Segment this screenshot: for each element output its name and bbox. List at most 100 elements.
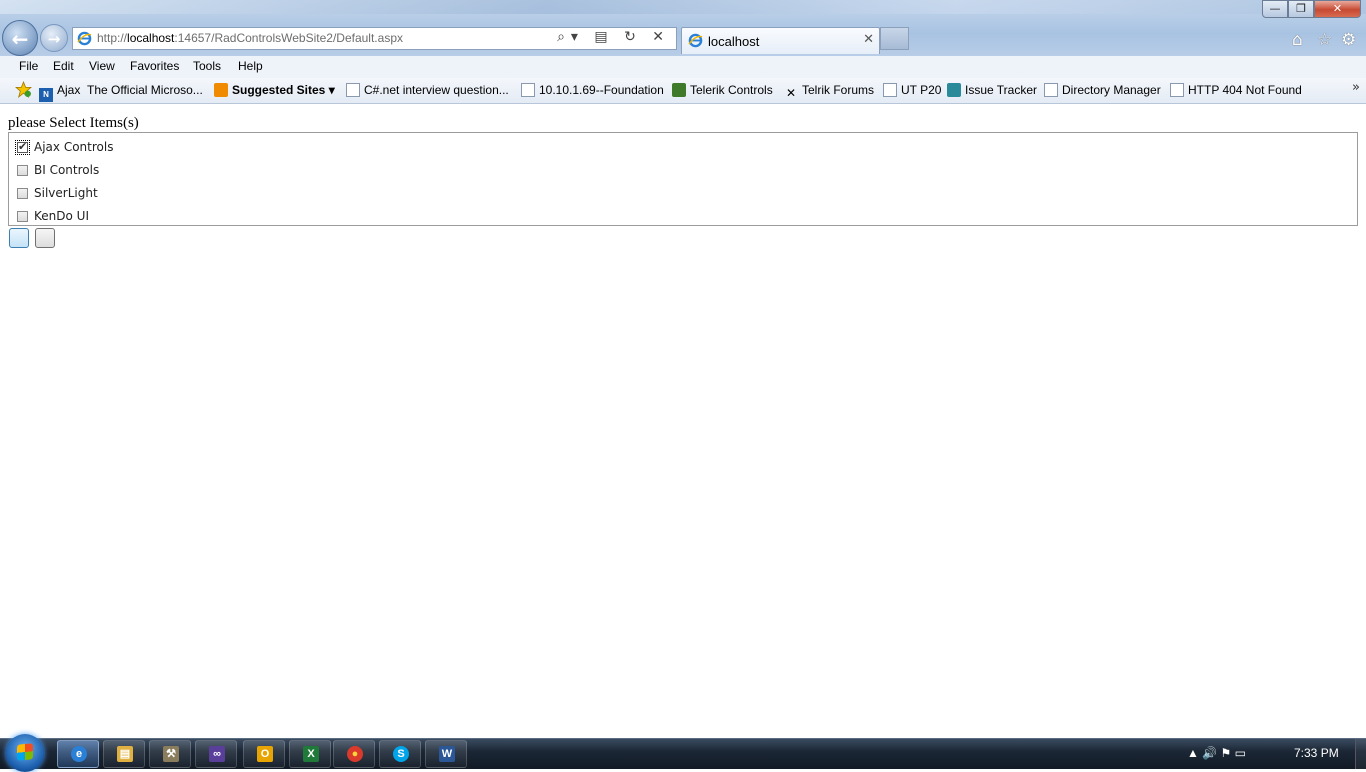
internet-explorer-icon: e [71,746,87,762]
fav-telrik-forums[interactable]: ✕ Telrik Forums [784,83,874,100]
checkbox-silverlight[interactable] [17,188,28,199]
telerik-forums-icon: ✕ [785,86,797,100]
fav-directory-manager[interactable]: Directory Manager [1044,83,1161,97]
excel-icon: X [303,746,319,762]
menu-bar: File Edit View Favorites Tools Help [0,56,1366,79]
favorites-star-icon[interactable] [14,80,33,101]
page-content: please Select Items(s) Ajax Controls BI … [0,104,1366,738]
ie-page-icon [883,83,897,97]
item-label: KenDo UI [34,209,89,223]
fav-issue-tracker[interactable]: Issue Tracker [947,83,1037,97]
menu-file[interactable]: File [19,59,38,73]
fav-suggested-sites-label: Suggested Sites ▾ [232,83,335,97]
taskbar-app-outlook[interactable]: O [243,740,285,768]
url-prefix: http:// [97,31,128,45]
url-host: localhost [127,31,175,45]
fav-foundation-label: 10.10.1.69--Foundation [539,83,664,97]
word-icon: W [439,746,455,762]
folder-icon: ▤ [117,746,133,762]
taskbar-app-internet-explorer[interactable]: e [57,740,99,768]
tools-gear-icon[interactable]: ⚙ [1341,30,1356,50]
menu-favorites[interactable]: Favorites [130,59,179,73]
fav-ajax-label: Ajax [57,83,81,97]
item-label: SilverLight [34,186,98,200]
fav-official-microsoft-label: The Official Microso... [87,83,203,97]
favorites-star-icon[interactable]: ☆ [1317,30,1332,50]
ie-page-icon [77,31,92,46]
forward-button[interactable]: → [40,24,68,52]
taskbar-app-chrome[interactable]: ● [333,740,375,768]
aspnet-icon: N [39,88,53,102]
ie-page-icon [521,83,535,97]
address-url[interactable]: http://localhost:14657/RadControlsWebSit… [97,31,403,45]
fav-ajax[interactable]: N Ajax [39,83,80,102]
chrome-icon: ● [347,746,363,762]
favorites-more-chevron-icon[interactable]: » [1352,80,1360,95]
ie-tab-icon [688,33,703,48]
system-tray-icons[interactable]: ▲ 🔊 ⚑ ▭ [1187,746,1246,760]
fav-ut-p20-label: UT P20 [901,83,942,97]
menu-edit[interactable]: Edit [53,59,74,73]
home-icon[interactable]: ⌂ [1292,30,1303,50]
checkbox-bi-controls[interactable] [17,165,28,176]
menu-tools[interactable]: Tools [193,59,221,73]
start-button[interactable] [6,734,44,772]
fav-directory-manager-label: Directory Manager [1062,83,1161,97]
fav-telrik-forums-label: Telrik Forums [802,83,875,97]
tab-localhost[interactable]: localhost ✕ [681,27,880,54]
ie-page-icon [346,83,360,97]
favorites-bar: N Ajax The Official Microso... Suggested … [0,78,1366,104]
fav-csharp-interview[interactable]: C#.net interview question... [346,83,509,97]
address-bar[interactable]: http://localhost:14657/RadControlsWebSit… [72,27,677,50]
close-window-button[interactable]: ✕ [1314,0,1361,18]
outlook-icon: O [257,746,273,762]
show-desktop-button[interactable] [1355,739,1366,769]
secondary-button[interactable] [35,228,55,248]
back-arrow-icon: ← [11,27,29,51]
page-heading: please Select Items(s) [8,115,139,131]
maximize-button[interactable]: ❐ [1288,0,1314,18]
tracker-icon [947,83,961,97]
browser-title-bar: ← → http://localhost:14657/RadControlsWe… [0,0,1366,56]
clock[interactable]: 7:33 PM [1294,746,1339,760]
menu-help[interactable]: Help [238,59,263,73]
taskbar-app-vs-tools[interactable]: ⚒ [149,740,191,768]
url-path: :14657/RadControlsWebSite2/Default.aspx [174,31,403,45]
tools-icon: ⚒ [163,746,179,762]
fav-ut-p20[interactable]: UT P20 [883,83,941,97]
taskbar-app-word[interactable]: W [425,740,467,768]
fav-suggested-sites[interactable]: Suggested Sites ▾ [214,83,335,97]
fav-http-404[interactable]: HTTP 404 Not Found [1170,83,1302,97]
new-tab-button[interactable] [880,27,909,50]
minimize-button[interactable]: — [1262,0,1288,18]
forward-arrow-icon: → [47,30,61,48]
taskbar-app-visual-studio[interactable]: ∞ [195,740,237,768]
submit-button[interactable] [9,228,29,248]
tab-close-icon[interactable]: ✕ [863,32,874,47]
tab-title: localhost [708,34,760,49]
menu-view[interactable]: View [89,59,115,73]
item-label: BI Controls [34,163,100,177]
taskbar-app-windows-explorer[interactable]: ▤ [103,740,145,768]
checkbox-list: Ajax Controls BI Controls SilverLight Ke… [8,132,1358,226]
fav-foundation[interactable]: 10.10.1.69--Foundation [521,83,664,97]
telerik-icon [672,83,686,97]
windows-logo-icon [17,743,33,761]
title-bar-glow [0,0,1366,14]
ie-page-icon [1170,83,1184,97]
fav-http-404-label: HTTP 404 Not Found [1188,83,1302,97]
item-label: Ajax Controls [34,140,114,154]
taskbar-app-skype[interactable]: S [379,740,421,768]
ie-page-icon [1044,83,1058,97]
suggested-sites-icon [214,83,228,97]
fav-telerik-controls[interactable]: Telerik Controls [672,83,773,97]
visual-studio-icon: ∞ [209,746,225,762]
fav-official-microsoft[interactable]: The Official Microso... [87,83,203,97]
back-button[interactable]: ← [2,20,38,56]
checkbox-ajax-controls[interactable] [15,140,30,155]
taskbar-app-excel[interactable]: X [289,740,331,768]
skype-icon: S [393,746,409,762]
taskbar: e ▤ ⚒ ∞ O X ● S W ▲ 🔊 ⚑ ▭ 7:33 PM [0,734,1366,772]
address-bar-buttons[interactable]: ⌕▾ ▤ ↻ ✕ [557,29,670,45]
checkbox-kendo-ui[interactable] [17,211,28,222]
